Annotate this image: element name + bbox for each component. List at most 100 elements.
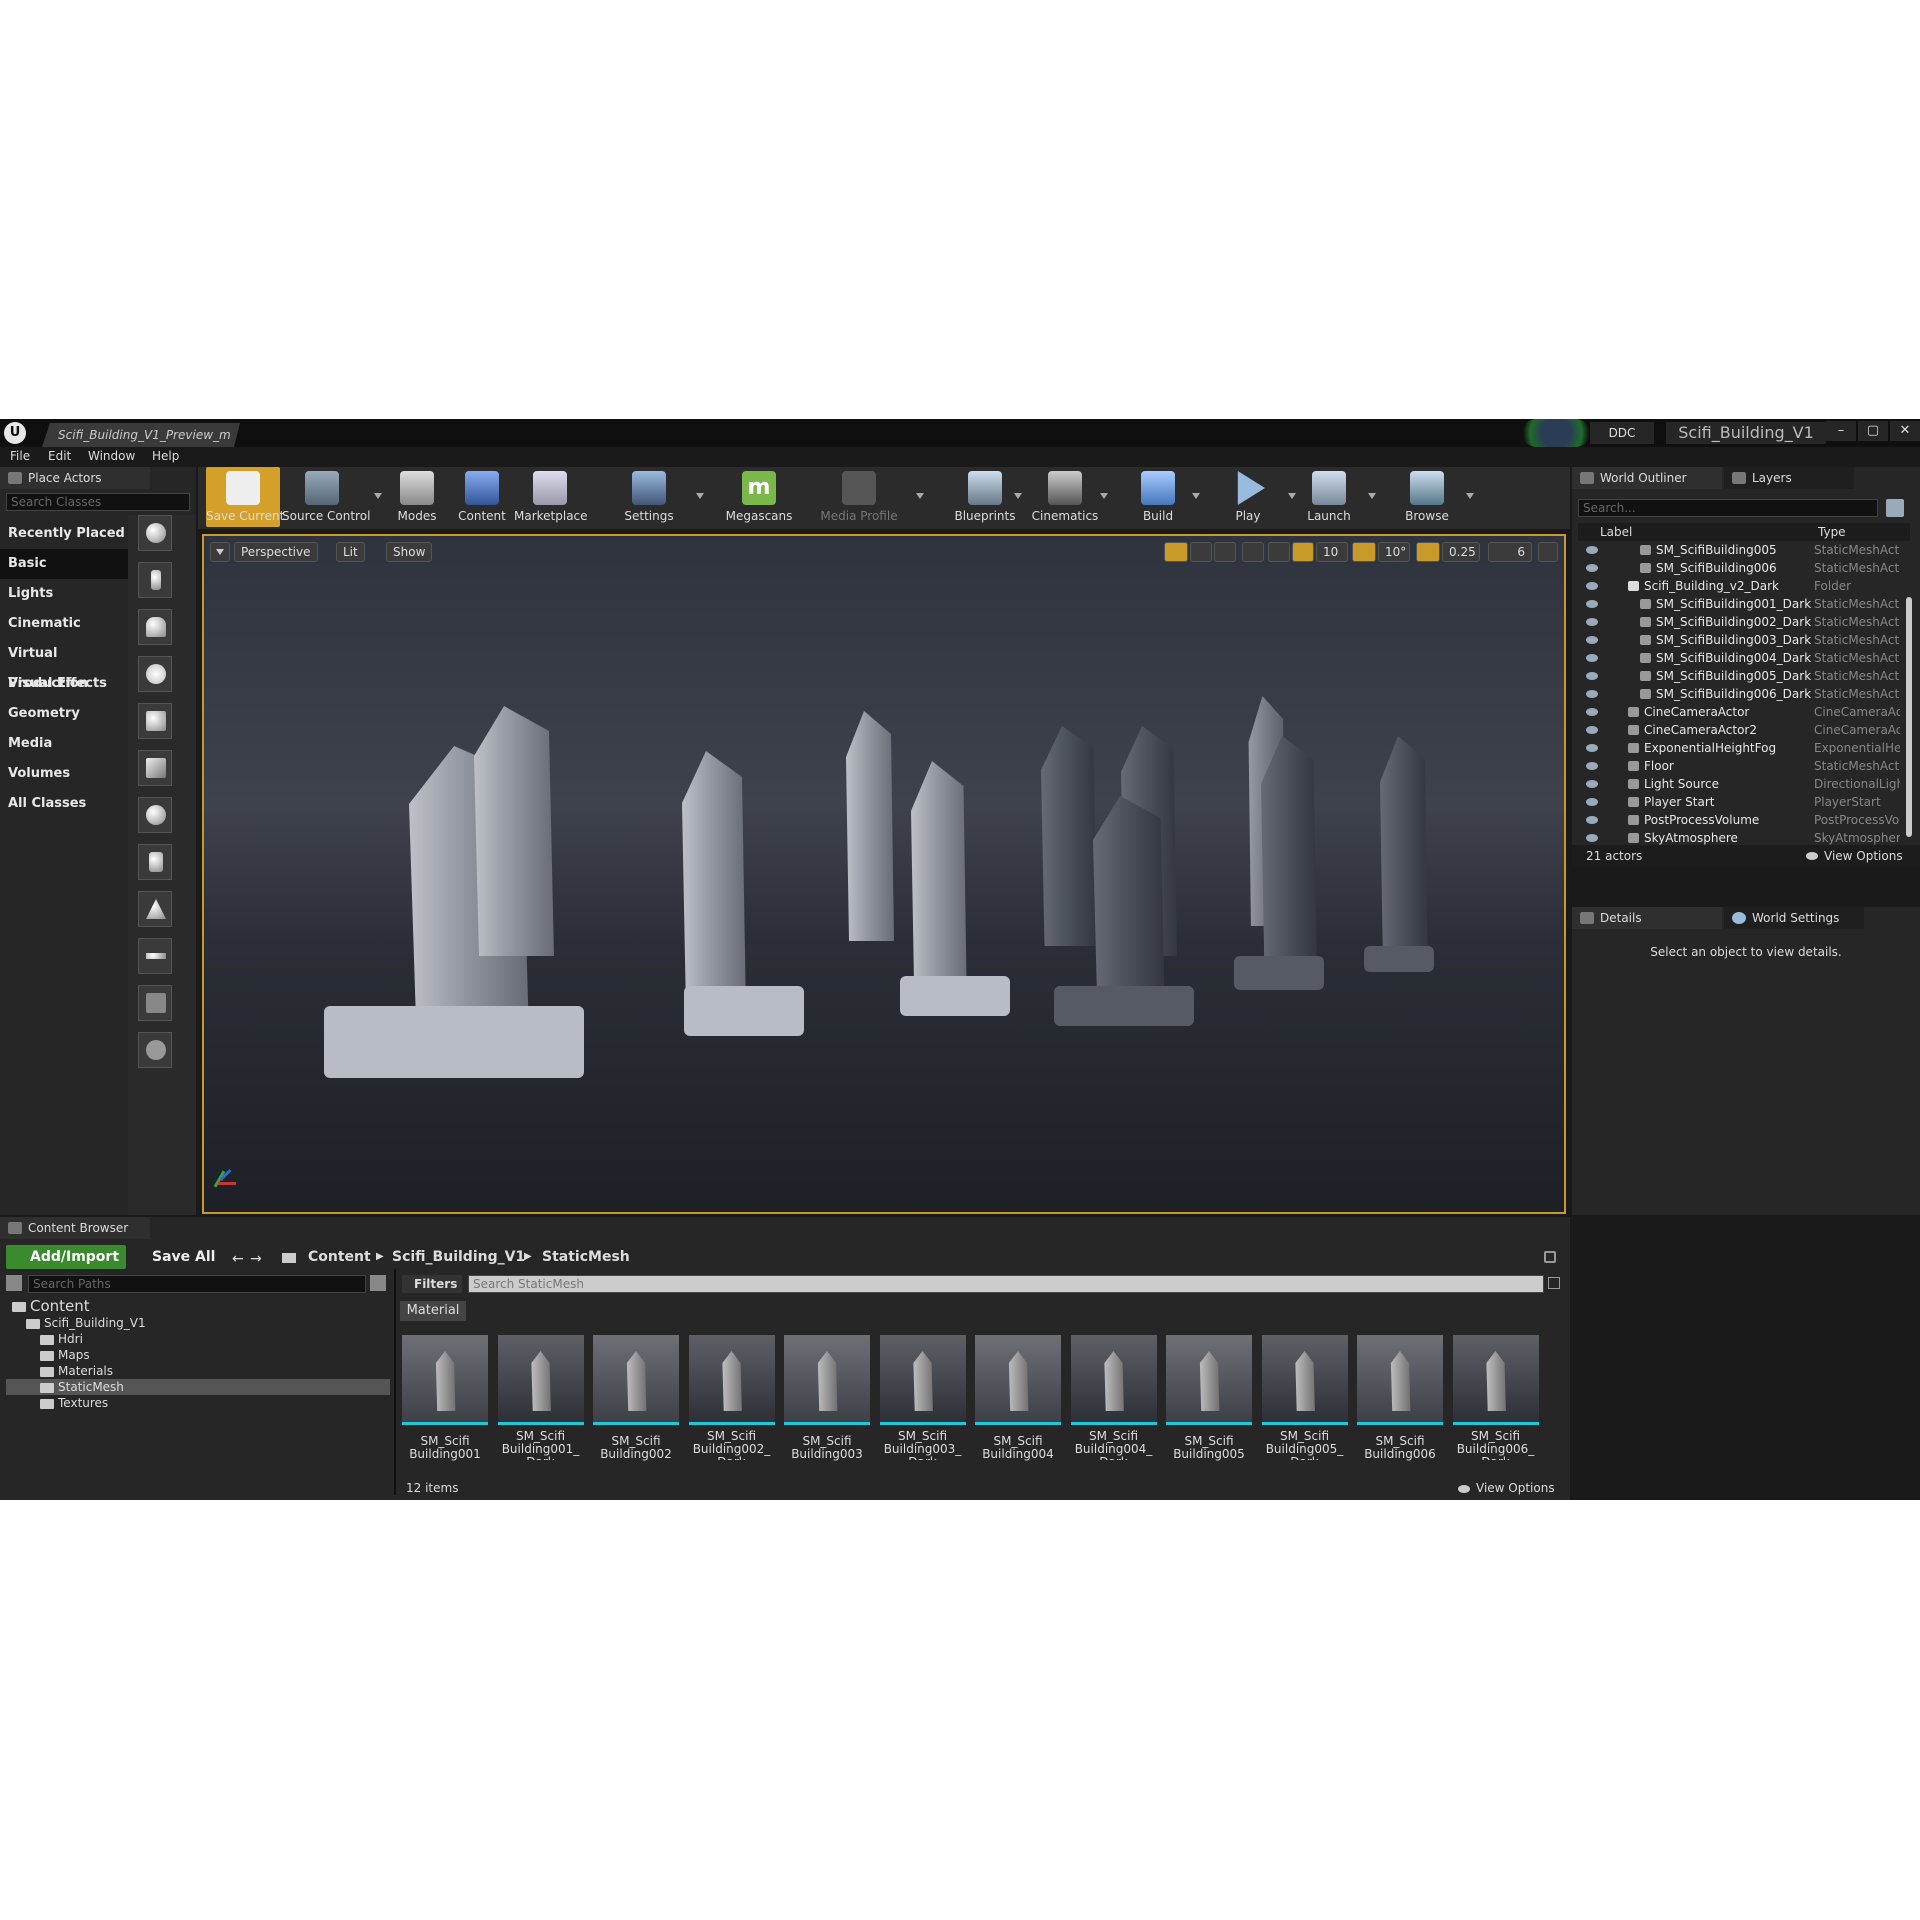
save-all-button[interactable]: Save All [152,1249,215,1265]
level-viewport[interactable]: Perspective Lit Show 10 10° 0.25 6 [202,534,1566,1214]
folder-tree-item[interactable]: Materials [6,1363,390,1379]
chevron-down-icon[interactable] [916,493,924,499]
outliner-row[interactable]: SM_ScifiBuilding005 StaticMeshActo [1576,541,1916,559]
breadcrumb-scifi-building[interactable]: Scifi_Building_V1 [392,1249,525,1265]
column-label[interactable]: Label [1600,523,1632,541]
tab-place-actors[interactable]: Place Actors [0,467,150,489]
asset-label[interactable]: SM_Scifi Building001 [400,1435,490,1465]
category-geometry[interactable]: Geometry [0,699,128,729]
surface-snap-icon[interactable] [1268,542,1290,562]
asset-thumbnail[interactable] [1070,1335,1157,1425]
chevron-down-icon[interactable] [1192,493,1200,499]
folder-tree-item[interactable]: Maps [6,1347,390,1363]
megascans-button[interactable]: m Megascans [724,467,794,527]
ddc-indicator[interactable]: DDC [1590,422,1654,444]
outliner-row[interactable]: CineCameraActor CineCameraAct [1576,703,1916,721]
viewport-options-button[interactable] [210,542,230,562]
cylinder-icon[interactable] [138,844,172,880]
content-button[interactable]: Content [452,467,512,527]
category-recently-placed[interactable]: Recently Placed [0,519,128,549]
outliner-search-input[interactable]: Search... [1578,499,1878,517]
point-light-icon[interactable] [138,656,172,692]
sphere-trigger-icon[interactable] [138,1032,172,1068]
folder-tree-item[interactable]: StaticMesh [6,1379,390,1395]
category-basic[interactable]: Basic [0,549,128,579]
cone-icon[interactable] [138,891,172,927]
grid-snap-value[interactable]: 10 [1316,542,1348,562]
outliner-row[interactable]: Floor StaticMeshActo [1576,757,1916,775]
outliner-row[interactable]: ExponentialHeightFog ExponentialHeig [1576,739,1916,757]
filters-button[interactable]: Filters [402,1275,462,1293]
folder-tree-item[interactable]: Scifi_Building_V1 [6,1315,390,1331]
eye-icon[interactable] [1586,690,1598,698]
outliner-row[interactable]: SM_ScifiBuilding006_Dark StaticMeshActo [1576,685,1916,703]
asset-label[interactable]: SM_ScifiBuilding002_Dark [687,1430,777,1460]
folder-tree-item[interactable]: Content [6,1297,390,1315]
marketplace-button[interactable]: Marketplace [514,467,588,527]
tab-layers[interactable]: Layers [1724,467,1854,489]
box-trigger-icon[interactable] [138,985,172,1021]
media-profile-button[interactable]: Media Profile [818,467,900,527]
asset-thumbnail[interactable] [1357,1335,1443,1425]
asset-label[interactable]: SM_Scifi Building002 [591,1435,681,1465]
camera-speed-button[interactable]: 6 [1488,542,1532,562]
tab-world-settings[interactable]: World Settings [1724,907,1864,929]
grid-snap-icon[interactable] [1292,542,1314,562]
pawn-icon[interactable] [138,609,172,645]
forward-arrow-icon[interactable]: → [250,1251,262,1267]
character-icon[interactable] [138,562,172,598]
chevron-down-icon[interactable] [1368,493,1376,499]
show-button[interactable]: Show [386,542,433,562]
column-type[interactable]: Type [1818,523,1846,541]
eye-icon[interactable] [1586,618,1598,626]
asset-label[interactable]: SM_ScifiBuilding003_Dark [878,1430,968,1460]
blueprints-button[interactable]: Blueprints [950,467,1020,527]
tab-world-outliner[interactable]: World Outliner [1572,467,1722,489]
eye-icon[interactable] [1586,744,1598,752]
asset-thumbnail[interactable] [1261,1335,1348,1425]
browse-button[interactable]: Browse [1394,467,1460,527]
sphere-icon[interactable] [138,797,172,833]
eye-icon[interactable] [1586,600,1598,608]
breadcrumb-content[interactable]: Content [308,1249,371,1265]
close-button[interactable]: ✕ [1890,421,1920,441]
unreal-logo-icon[interactable]: U [4,422,26,444]
modes-button[interactable]: Modes [388,467,446,527]
splitter[interactable] [394,1269,396,1495]
asset-thumbnail[interactable] [784,1335,870,1425]
asset-thumbnail[interactable] [688,1335,775,1425]
eye-icon[interactable] [1586,564,1598,572]
outliner-row[interactable]: Player Start PlayerStart [1576,793,1916,811]
plane-icon[interactable] [138,938,172,974]
source-control-button[interactable]: Source Control [282,467,370,527]
play-button[interactable]: Play [1218,467,1278,527]
cinematics-button[interactable]: Cinematics [1028,467,1102,527]
outliner-row[interactable]: SM_ScifiBuilding004_Dark StaticMeshActo [1576,649,1916,667]
folder-tree-item[interactable]: Textures [6,1395,390,1411]
empty-actor-icon[interactable] [138,515,172,551]
asset-label[interactable]: SM_Scifi Building005 [1164,1435,1254,1465]
asset-label[interactable]: SM_ScifiBuilding001_Dark [496,1430,586,1460]
view-options-button[interactable]: View Options [1476,1481,1555,1495]
menu-help[interactable]: Help [152,449,179,463]
perspective-button[interactable]: Perspective [234,542,318,562]
outliner-row[interactable]: SM_ScifiBuilding005_Dark StaticMeshActo [1576,667,1916,685]
asset-thumbnail[interactable] [402,1335,488,1425]
lit-button[interactable]: Lit [336,542,365,562]
outliner-row[interactable]: PostProcessVolume PostProcessVol [1576,811,1916,829]
scale-snap-value[interactable]: 0.25 [1442,542,1480,562]
launch-button[interactable]: Launch [1298,467,1360,527]
filter-chip-material[interactable]: Material [400,1301,466,1321]
menu-file[interactable]: File [10,449,30,463]
outliner-row[interactable]: Scifi_Building_v2_Dark Folder [1576,577,1916,595]
outliner-row[interactable]: CineCameraActor2 CineCameraAct [1576,721,1916,739]
asset-thumbnail[interactable] [879,1335,966,1425]
outliner-row[interactable]: Light Source DirectionalLight [1576,775,1916,793]
sources-toggle-icon[interactable] [6,1275,22,1291]
lock-icon[interactable] [1544,1251,1556,1263]
eye-icon[interactable] [1586,798,1598,806]
category-volumes[interactable]: Volumes [0,759,128,789]
save-current-button[interactable]: Save Current [206,467,284,527]
translate-icon[interactable] [1164,542,1188,562]
asset-thumbnail[interactable] [593,1335,679,1425]
